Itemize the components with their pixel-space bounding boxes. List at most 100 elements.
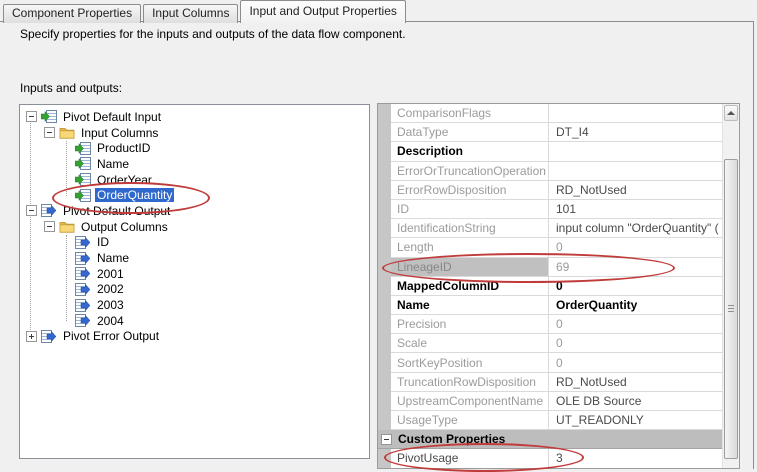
property-grid: ComparisonFlagsDataTypeDT_I4Description E… xyxy=(377,103,740,469)
plus-expander-icon[interactable] xyxy=(26,331,37,342)
tree-item-label: Name xyxy=(95,251,131,265)
property-name-cell[interactable]: UpstreamComponentName xyxy=(391,392,549,410)
tree-item-label: Pivot Default Input xyxy=(61,110,163,124)
minus-expander-icon[interactable] xyxy=(26,111,37,122)
property-name-cell[interactable]: Length xyxy=(391,238,549,256)
custom-properties-header: Custom Properties xyxy=(378,430,722,449)
grid-row-IdentificationString: IdentificationStringinput column "OrderQ… xyxy=(391,219,722,238)
grid-row-Name: NameOrderQuantity xyxy=(391,296,722,315)
category-margin-strip xyxy=(378,104,391,468)
input-column-icon xyxy=(75,142,91,155)
property-value-cell[interactable]: 3 xyxy=(549,451,722,465)
tree-item-Pivot-Default-Input[interactable]: Pivot Default Input xyxy=(20,109,369,125)
property-value-cell[interactable]: RD_NotUsed xyxy=(549,375,722,389)
grid-row-Scale: Scale0 xyxy=(391,334,722,353)
input-column-icon xyxy=(75,157,91,170)
tree-item-ID[interactable]: ID xyxy=(20,235,369,251)
grid-row-Description: Description xyxy=(391,142,722,161)
tree-item-label: Pivot Error Output xyxy=(61,329,161,343)
property-value-cell[interactable]: OLE DB Source xyxy=(549,394,722,408)
advanced-editor-dialog: { "tabs": [ {"label": "Component Propert… xyxy=(0,0,757,469)
minus-expander-icon[interactable] xyxy=(44,221,55,232)
grid-row-LineageID: LineageID69 xyxy=(391,258,722,277)
tree-item-ProductID[interactable]: ProductID xyxy=(20,140,369,156)
input-column-icon xyxy=(75,189,91,202)
property-name-cell[interactable]: IdentificationString xyxy=(391,219,549,237)
tree-item-label: ID xyxy=(95,235,111,249)
minus-expander-icon[interactable] xyxy=(44,127,55,138)
folder-icon xyxy=(59,126,75,139)
property-value-cell[interactable]: RD_NotUsed xyxy=(549,183,722,197)
tree-item-2002[interactable]: 2002 xyxy=(20,282,369,298)
tree-item-label: 2001 xyxy=(95,267,126,281)
tab-input-and-output-properties[interactable]: Input and Output Properties xyxy=(240,0,405,23)
output-column-icon xyxy=(41,204,57,217)
tree-item-label: OrderYear xyxy=(95,173,154,187)
tree-item-Name[interactable]: Name xyxy=(20,156,369,172)
property-name-cell[interactable]: DataType xyxy=(391,123,549,141)
property-name-cell[interactable]: ErrorRowDisposition xyxy=(391,181,549,199)
minus-expander-icon[interactable] xyxy=(26,205,37,216)
property-name-cell[interactable]: SortKeyPosition xyxy=(391,353,549,371)
property-value-cell[interactable]: 0 xyxy=(549,240,722,254)
tab-strip: Component Properties Input Columns Input… xyxy=(3,0,408,23)
property-name-cell[interactable]: ID xyxy=(391,200,549,218)
tree-item-OrderYear[interactable]: OrderYear xyxy=(20,172,369,188)
scrollbar-up-button[interactable] xyxy=(724,105,738,121)
scrollbar-thumb[interactable] xyxy=(724,159,738,459)
output-column-icon xyxy=(41,330,57,343)
output-column-icon xyxy=(75,299,91,312)
tree-item-Input-Columns[interactable]: Input Columns xyxy=(20,125,369,141)
tree-item-label: 2002 xyxy=(95,282,126,296)
tree-item-2003[interactable]: 2003 xyxy=(20,297,369,313)
output-column-icon xyxy=(75,236,91,249)
property-name-cell[interactable]: Scale xyxy=(391,334,549,352)
tree-item-Name[interactable]: Name xyxy=(20,250,369,266)
tree-item-label: Input Columns xyxy=(79,126,160,140)
output-column-icon xyxy=(75,267,91,280)
tree-item-2004[interactable]: 2004 xyxy=(20,313,369,329)
grid-row-ID: ID101 xyxy=(391,200,722,219)
property-name-cell[interactable]: PivotUsage xyxy=(391,449,549,467)
property-value-cell[interactable]: 0 xyxy=(549,279,722,293)
property-value-cell[interactable]: DT_I4 xyxy=(549,125,722,139)
tree-item-Pivot-Default-Output[interactable]: Pivot Default Output xyxy=(20,203,369,219)
property-value-cell[interactable]: 0 xyxy=(549,356,722,370)
tab-component-properties[interactable]: Component Properties xyxy=(3,4,141,23)
output-column-icon xyxy=(75,252,91,265)
tree-item-label: Output Columns xyxy=(79,220,170,234)
property-name-cell[interactable]: LineageID xyxy=(391,258,549,276)
property-name-cell[interactable]: MappedColumnID xyxy=(391,277,549,295)
property-name-cell[interactable]: ComparisonFlags xyxy=(391,104,549,122)
property-value-cell[interactable]: UT_READONLY xyxy=(549,413,722,427)
minus-expander-icon[interactable] xyxy=(381,434,392,445)
grid-row-MappedColumnID: MappedColumnID0 xyxy=(391,277,722,296)
property-name-cell[interactable]: Precision xyxy=(391,315,549,333)
property-value-cell[interactable]: OrderQuantity xyxy=(549,298,722,312)
property-value-cell[interactable]: input column "OrderQuantity" ( xyxy=(549,221,722,235)
inputs-and-outputs-label: Inputs and outputs: xyxy=(20,81,122,95)
property-name-cell[interactable]: UsageType xyxy=(391,411,549,429)
property-value-cell[interactable]: 101 xyxy=(549,202,722,216)
property-value-cell[interactable]: 0 xyxy=(549,336,722,350)
property-name-cell[interactable]: TruncationRowDisposition xyxy=(391,373,549,391)
tree-item-2001[interactable]: 2001 xyxy=(20,266,369,282)
grid-scrollbar[interactable] xyxy=(722,104,739,468)
grid-row-Length: Length0 xyxy=(391,238,722,257)
property-value-cell[interactable]: 0 xyxy=(549,317,722,331)
tree-item-Output-Columns[interactable]: Output Columns xyxy=(20,219,369,235)
tree-item-label: ProductID xyxy=(95,141,152,155)
tab-input-columns[interactable]: Input Columns xyxy=(143,4,238,23)
property-name-cell[interactable]: Description xyxy=(391,142,549,160)
tree-item-OrderQuantity[interactable]: OrderQuantity xyxy=(20,187,369,203)
up-arrow-icon xyxy=(727,111,735,115)
output-column-icon xyxy=(75,314,91,327)
property-value-cell[interactable]: 69 xyxy=(549,260,722,274)
grid-row-UpstreamComponentName: UpstreamComponentNameOLE DB Source xyxy=(391,392,722,411)
grid-row-PivotUsage: PivotUsage3 xyxy=(391,449,722,468)
tree-item-Pivot-Error-Output[interactable]: Pivot Error Output xyxy=(20,329,369,345)
property-name-cell[interactable]: ErrorOrTruncationOperation xyxy=(391,162,549,180)
property-name-cell[interactable]: Name xyxy=(391,296,549,314)
input-column-icon xyxy=(41,110,57,123)
folder-icon xyxy=(59,220,75,233)
